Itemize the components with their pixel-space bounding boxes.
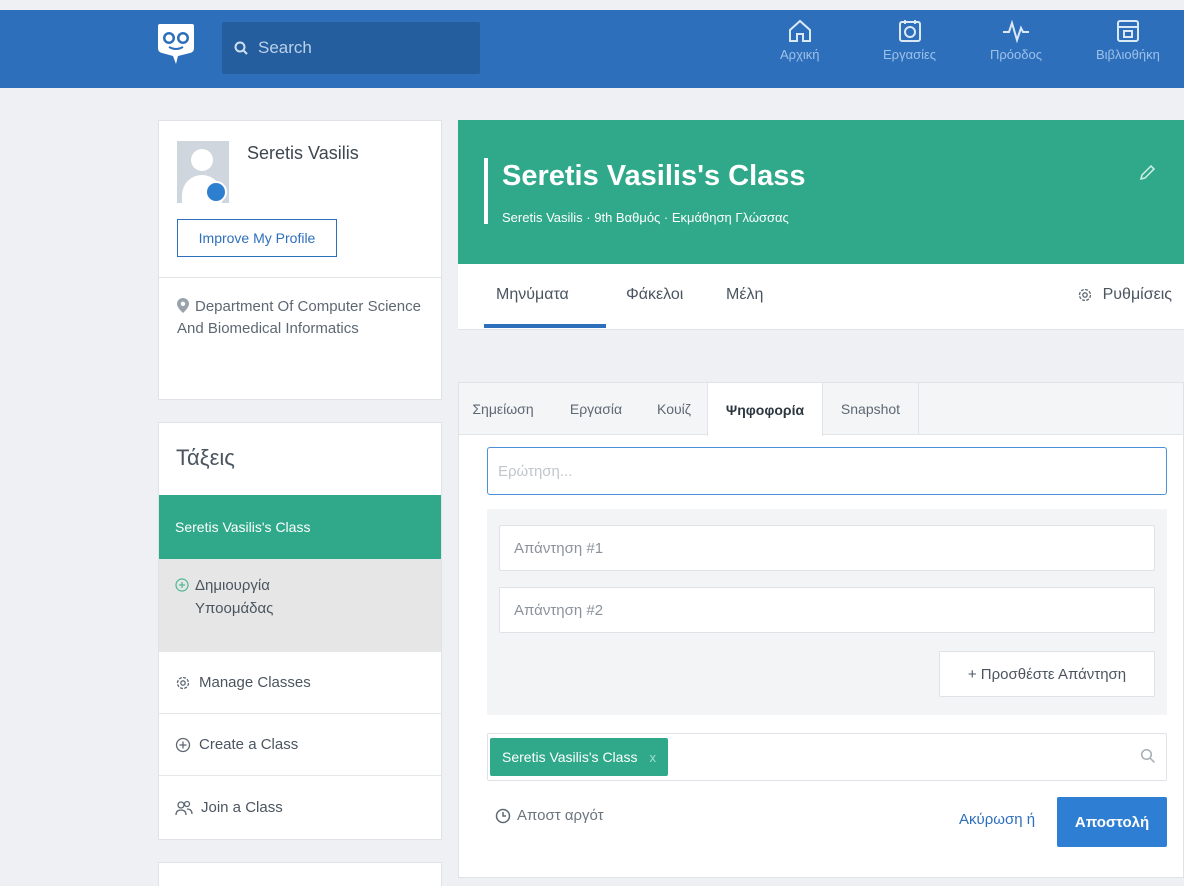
nav-home-label: Αρχική [780,47,820,62]
add-circle-icon [175,737,191,752]
camera-icon[interactable] [205,181,227,203]
add-answer-button[interactable]: + Προσθέστε Απάντηση [939,651,1155,697]
recipient-chip: Seretis Vasilis's Class x [490,738,668,776]
manage-classes-label: Manage Classes [199,674,311,691]
create-subgroup-label: Δημιουργία Υποομάδας [195,577,274,617]
answers-container: + Προσθέστε Απάντηση [487,509,1167,715]
top-navbar: Search Αρχική Εργασίες Πρόοδος Βιβλιοθήκ… [0,10,1184,88]
edmodo-logo-icon[interactable] [156,20,196,64]
nav-progress-label: Πρόοδος [990,47,1042,62]
active-tab-indicator [484,324,606,328]
avatar[interactable] [177,141,229,203]
add-circle-icon [175,578,189,592]
class-item-label: Seretis Vasilis's Class [175,519,311,535]
nav-assignments[interactable]: Εργασίες [883,18,936,62]
nav-assignments-label: Εργασίες [883,47,937,62]
join-class-link[interactable]: Join a Class [159,775,441,839]
assignments-icon [898,20,921,42]
composer-tab-assignment[interactable]: Εργασία [557,383,635,435]
classes-title: Τάξεις [176,445,235,470]
profile-card: Seretis Vasilis Improve My Profile Depar… [158,120,442,400]
department-label: Department Of Computer Science And Biome… [177,298,421,337]
composer-tab-poll[interactable]: Ψηφοφορία [707,383,823,436]
department[interactable]: Department Of Computer Science And Biome… [159,277,441,340]
class-title: Seretis Vasilis's Class [502,160,806,192]
tab-messages[interactable]: Μηνύματα [496,286,569,304]
tab-members[interactable]: Μέλη [726,286,763,304]
settings-label: Ρυθμίσεις [1102,286,1172,303]
gear-icon [176,676,190,689]
home-icon [788,19,811,42]
progress-icon [1002,19,1029,44]
class-tabs: Μηνύματα Φάκελοι Μέλη Ρυθμίσεις [458,264,1184,330]
profile-name[interactable]: Seretis Vasilis [247,143,359,164]
search-input[interactable]: Search [222,22,480,74]
search-icon [234,41,248,55]
class-header: Seretis Vasilis's Class Seretis Vasilis … [458,120,1184,264]
answer-2-input[interactable] [499,587,1155,633]
gear-icon [1078,288,1091,302]
tab-settings[interactable]: Ρυθμίσεις [1077,286,1172,304]
nav-home[interactable]: Αρχική [780,18,820,62]
composer-tab-note[interactable]: Σημείωση [459,383,547,435]
recipients-field[interactable]: Seretis Vasilis's Class x [487,733,1167,781]
improve-profile-button[interactable]: Improve My Profile [177,219,337,257]
send-button[interactable]: Αποστολή [1057,797,1167,847]
composer-tab-quiz[interactable]: Κουίζ [645,383,703,435]
create-class-label: Create a Class [199,736,299,753]
remove-recipient-button[interactable]: x [649,750,656,765]
location-pin-icon [177,298,189,313]
nav-progress[interactable]: Πρόοδος [990,18,1042,62]
cancel-link[interactable]: Ακύρωση ή [959,811,1035,828]
send-later-button[interactable]: Αποστ αργότ [495,807,604,824]
create-subgroup-link[interactable]: Δημιουργία Υποομάδας [159,559,441,651]
recipient-chip-label: Seretis Vasilis's Class [502,749,638,765]
nav-library[interactable]: Βιβλιοθήκη [1096,18,1160,62]
answer-1-input[interactable] [499,525,1155,571]
classes-card: Τάξεις Seretis Vasilis's Class Δημιουργί… [158,422,442,840]
library-icon [1116,20,1139,42]
users-icon [175,800,193,815]
manage-classes-link[interactable]: Manage Classes [159,651,441,713]
composer-tabs: Σημείωση Εργασία Κουίζ Ψηφοφορία Snapsho… [459,383,1183,436]
create-class-link[interactable]: Create a Class [159,713,441,775]
next-card [158,862,442,886]
class-item-active[interactable]: Seretis Vasilis's Class [159,495,441,559]
join-class-label: Join a Class [201,799,283,816]
search-placeholder: Search [258,38,312,57]
tab-folders[interactable]: Φάκελοι [626,286,683,304]
poll-question-input[interactable] [487,447,1167,495]
search-icon[interactable] [1140,748,1156,769]
nav-library-label: Βιβλιοθήκη [1096,47,1160,62]
post-composer: Σημείωση Εργασία Κουίζ Ψηφοφορία Snapsho… [458,382,1184,878]
clock-icon [495,808,511,823]
edit-pencil-icon[interactable] [1138,164,1156,187]
composer-tab-snapshot[interactable]: Snapshot [823,383,919,435]
send-later-label: Αποστ αργότ [517,807,604,824]
class-subtitle: Seretis Vasilis · 9th Βαθμός · Εκμάθηση … [502,210,789,225]
